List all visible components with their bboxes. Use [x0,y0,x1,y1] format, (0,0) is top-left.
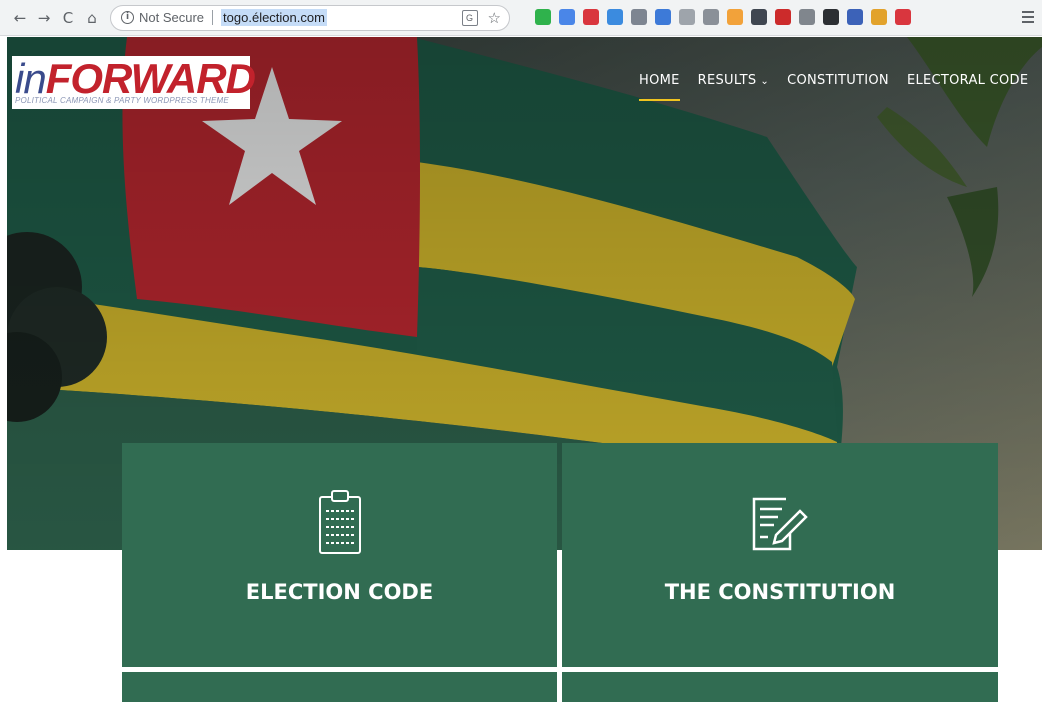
logo-tagline: POLITICAL CAMPAIGN & PARTY WORDPRESS THE… [15,96,229,105]
nav-home-label: HOME [639,73,680,88]
shield-extension-icon[interactable] [583,9,599,25]
card-the-constitution[interactable]: THE CONSTITUTION [562,443,998,667]
nav-item-electoral-code[interactable]: ELECTORAL CODE [907,73,1028,88]
clipboard-list-icon [319,490,361,554]
box-extension-icon[interactable] [679,9,695,25]
main-navigation: HOME RESULTS ⌄ CONSTITUTION ELECTORAL COD… [639,73,1042,101]
columns-extension-icon[interactable] [823,9,839,25]
bookmark-star-icon[interactable]: ☆ [488,9,501,27]
document-edit-icon [752,497,808,551]
translate-extension-icon[interactable] [559,9,575,25]
calendar-extension-icon[interactable] [727,9,743,25]
window-extension-icon[interactable] [655,9,671,25]
card-lower-right[interactable] [562,672,998,702]
site-logo[interactable]: inFORWARD POLITICAL CAMPAIGN & PARTY WOR… [12,55,256,109]
nav-item-results[interactable]: RESULTS ⌄ [698,73,769,88]
browser-menu-icon[interactable] [1020,8,1038,26]
nav-item-constitution[interactable]: CONSTITUTION [787,73,889,88]
logo-forward-text: FORWARD [45,55,256,102]
grid-extension-icon[interactable] [631,9,647,25]
omnibox-actions: G ☆ [461,9,501,27]
logo-in-text: in [15,55,47,102]
address-divider [212,10,214,25]
back-button[interactable]: ← [8,6,32,30]
nav-electoral-code-label: ELECTORAL CODE [906,73,1029,88]
card-election-code-title: ELECTION CODE [245,580,434,604]
green-circle-extension-icon[interactable] [535,9,551,25]
compass-extension-icon[interactable] [847,9,863,25]
address-bar[interactable]: i Not Secure togo.élection.com G ☆ [110,4,510,31]
forward-button[interactable]: → [32,6,56,30]
extensions-bar [535,9,911,25]
home-button[interactable]: ⌂ [80,6,104,30]
block-extension-icon[interactable] [895,9,911,25]
nav-results-label: RESULTS [697,73,757,88]
reload-button[interactable]: C [56,6,80,30]
nav-constitution-label: CONSTITUTION [787,73,889,88]
camera-outline-extension-icon[interactable] [799,9,815,25]
security-label[interactable]: Not Secure [139,10,204,25]
card-lower-left[interactable] [122,672,557,702]
camera-extension-icon[interactable] [607,9,623,25]
bold-extension-icon[interactable] [703,9,719,25]
browser-toolbar: ← → C ⌂ i Not Secure togo.élection.com G… [0,0,1042,36]
download-extension-icon[interactable] [871,9,887,25]
url-text[interactable]: togo.élection.com [221,9,327,26]
translate-icon[interactable]: G [461,9,478,26]
card-the-constitution-title: THE CONSTITUTION [664,580,896,604]
nav-item-home[interactable]: HOME [639,73,680,101]
info-icon[interactable]: i [121,11,134,24]
cl-extension-icon[interactable] [751,9,767,25]
chevron-down-icon: ⌄ [760,76,770,87]
media-extension-icon[interactable] [775,9,791,25]
card-election-code[interactable]: ELECTION CODE [122,443,557,667]
